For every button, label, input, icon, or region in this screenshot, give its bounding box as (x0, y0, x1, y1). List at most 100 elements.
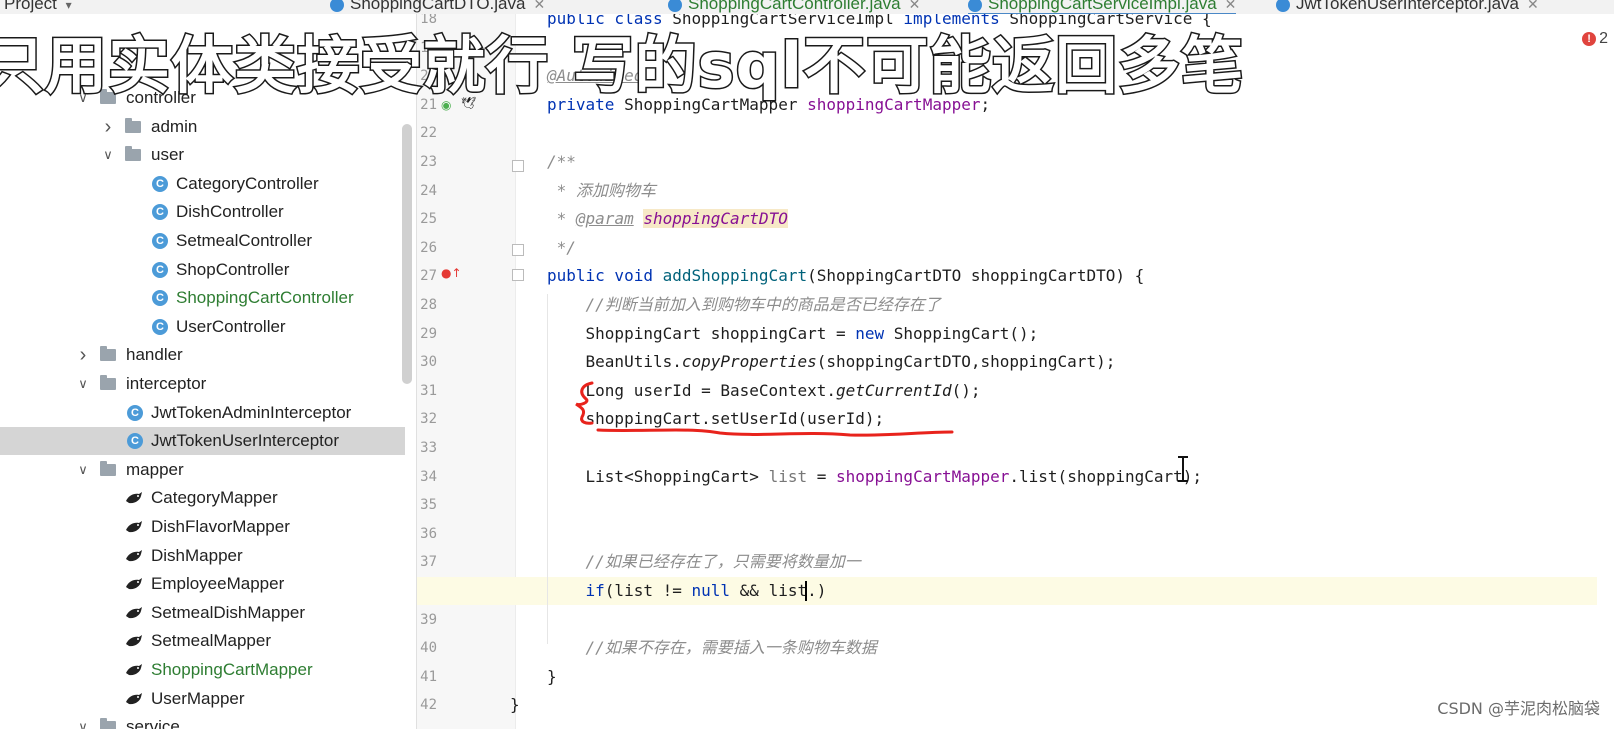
code-token: copyProperties (681, 352, 817, 372)
tree-item-setmealmapper[interactable]: SetmealMapper (0, 627, 405, 655)
class-icon (668, 0, 682, 12)
code-line[interactable]: ShoppingCart shoppingCart = new Shopping… (417, 320, 1597, 348)
mybatis-mapper-icon (126, 549, 142, 561)
chevron-down-icon[interactable]: ∨ (76, 456, 90, 484)
tree-item-label: admin (151, 116, 198, 136)
folder-icon (100, 460, 116, 476)
tree-item-dishcontroller[interactable]: C DishController (0, 198, 405, 226)
code-line[interactable]: //判断当前加入到购物车中的商品是否已经存在了 (417, 291, 1597, 319)
mybatis-mapper-icon (126, 692, 142, 704)
tree-item-mapper[interactable]: ∨ mapper (0, 456, 405, 484)
code-token: //如果已经存在了，只需要将数量加一 (547, 552, 861, 572)
close-icon[interactable]: ✕ (1527, 0, 1539, 12)
tree-item-shopcontroller[interactable]: C ShopController (0, 256, 405, 284)
tree-item-label: handler (126, 345, 183, 365)
close-icon[interactable]: ✕ (533, 0, 545, 12)
tree-item-setmealdishmapper[interactable]: SetmealDishMapper (0, 599, 405, 627)
code-line[interactable]: */ (417, 234, 1597, 262)
tree-item-label: CategoryMapper (151, 488, 278, 508)
code-line[interactable] (417, 520, 1597, 548)
code-token: ShoppingCart(); (893, 323, 1039, 343)
tab-shopping-cart-controller[interactable]: ShoppingCartController.java ✕ (668, 0, 920, 14)
error-indicator[interactable]: ! 2 (1582, 30, 1608, 48)
tree-item-employeemapper[interactable]: EmployeeMapper (0, 570, 405, 598)
tab-jwt-token-user-interceptor[interactable]: JwtTokenUserInterceptor.java ✕ (1276, 0, 1539, 14)
code-token: ShoppingCart shoppingCart = (547, 323, 856, 343)
tree-item-label: mapper (126, 459, 184, 479)
tab-shopping-cart-dto[interactable]: ShoppingCartDTO.java ✕ (330, 0, 545, 14)
folder-icon (125, 146, 141, 162)
close-icon[interactable]: ✕ (909, 0, 921, 12)
tree-item-interceptor[interactable]: ∨ interceptor (0, 370, 405, 398)
code-token: (); (951, 380, 981, 400)
code-token: } (510, 695, 520, 715)
code-editor[interactable]: 18 19 20 21 22 23 24 25 26 27 28 29 30 31 32 33 34 35 36 37… (417, 14, 1614, 729)
tree-item-service[interactable]: ∨ service (0, 713, 405, 729)
project-tool-tab[interactable]: Project ▾ (4, 0, 72, 14)
code-line[interactable]: Long userId = BaseContext.getCurrentId()… (417, 377, 1597, 405)
tree-item-usermapper[interactable]: UserMapper (0, 685, 405, 713)
class-icon (1276, 0, 1290, 12)
code-token: && list.) (739, 581, 827, 600)
fold-marker[interactable] (512, 244, 524, 256)
code-line[interactable]: //如果不存在，需要插入一条购物车数据 (417, 634, 1597, 662)
code-line[interactable]: * @param shoppingCartDTO (417, 205, 1597, 233)
error-count: 2 (1599, 30, 1608, 47)
video-subtitle: 只用实体类接受就行 写的sql不可能返回多笔 (0, 28, 1245, 104)
chevron-down-icon[interactable]: ∨ (76, 370, 90, 398)
fold-marker[interactable] (512, 269, 524, 281)
chevron-right-icon[interactable]: › (76, 341, 90, 369)
code-line[interactable] (417, 606, 1597, 634)
code-token: list (768, 466, 808, 486)
fold-marker[interactable] (512, 160, 524, 172)
code-line[interactable]: /** (417, 148, 1597, 176)
code-line[interactable] (417, 491, 1597, 519)
tree-item-dishflavormapper[interactable]: DishFlavorMapper (0, 513, 405, 541)
tree-item-dishmapper[interactable]: DishMapper (0, 542, 405, 570)
code-line[interactable]: List<ShoppingCart> list = shoppingCartMa… (417, 463, 1597, 491)
tree-item-jwttokenadmininterceptor[interactable]: C JwtTokenAdminInterceptor (0, 399, 405, 427)
code-token: null (691, 581, 740, 600)
mybatis-mapper-icon (126, 635, 142, 647)
tree-item-shoppingcartcontroller[interactable]: C ShoppingCartController (0, 284, 405, 312)
code-line[interactable]: //如果已经存在了，只需要将数量加一 (417, 548, 1597, 576)
code-token: (ShoppingCartDTO shoppingCartDTO) { (807, 266, 1145, 286)
tree-item-user[interactable]: ∨ user (0, 141, 405, 169)
tree-item-setmealcontroller[interactable]: C SetmealController (0, 227, 405, 255)
tree-item-categorycontroller[interactable]: C CategoryController (0, 170, 405, 198)
code-line[interactable] (417, 119, 1597, 147)
tree-item-shoppingcartmapper[interactable]: ShoppingCartMapper (0, 656, 405, 684)
tree-item-label: EmployeeMapper (151, 574, 285, 594)
tree-item-categorymapper[interactable]: CategoryMapper (0, 484, 405, 512)
code-line[interactable]: } (417, 691, 1597, 719)
code-line[interactable] (417, 434, 1597, 462)
tree-item-label: UserController (176, 316, 286, 336)
class-icon: C (152, 175, 168, 192)
code-token: addShoppingCart (662, 266, 808, 286)
tree-item-label: SetmealController (176, 231, 313, 250)
code-line[interactable]: } (417, 663, 1597, 691)
code-line[interactable]: shoppingCart.setUserId(userId); (417, 405, 1597, 433)
code-token: List<ShoppingCart> (547, 466, 769, 486)
tree-scrollbar[interactable] (402, 124, 412, 384)
class-icon: C (152, 261, 168, 278)
code-line[interactable]: public void addShoppingCart(ShoppingCart… (417, 262, 1597, 290)
chevron-down-icon[interactable]: ∨ (76, 713, 90, 729)
chevron-right-icon[interactable]: › (101, 113, 115, 141)
tab-shopping-cart-service-impl[interactable]: ShoppingCartServiceImpl.java ✕ (968, 0, 1237, 14)
tree-item-admin[interactable]: › admin (0, 113, 405, 141)
code-line[interactable]: * 添加购物车 (417, 177, 1597, 205)
folder-icon (125, 117, 141, 133)
mybatis-mapper-icon (126, 664, 142, 676)
code-line[interactable]: if(list != null && list.) (417, 577, 1597, 605)
folder-icon (100, 718, 116, 729)
tree-item-jwttokenuserinterceptor[interactable]: C JwtTokenUserInterceptor (0, 427, 405, 456)
tree-item-usercontroller[interactable]: C UserController (0, 313, 405, 341)
close-icon[interactable]: ✕ (1225, 0, 1237, 12)
tree-item-handler[interactable]: › handler (0, 341, 405, 369)
class-icon: C (152, 204, 168, 221)
chevron-down-icon[interactable]: ∨ (101, 141, 115, 169)
code-line[interactable]: BeanUtils.copyProperties(shoppingCartDTO… (417, 348, 1597, 376)
code-token: = (807, 466, 836, 486)
